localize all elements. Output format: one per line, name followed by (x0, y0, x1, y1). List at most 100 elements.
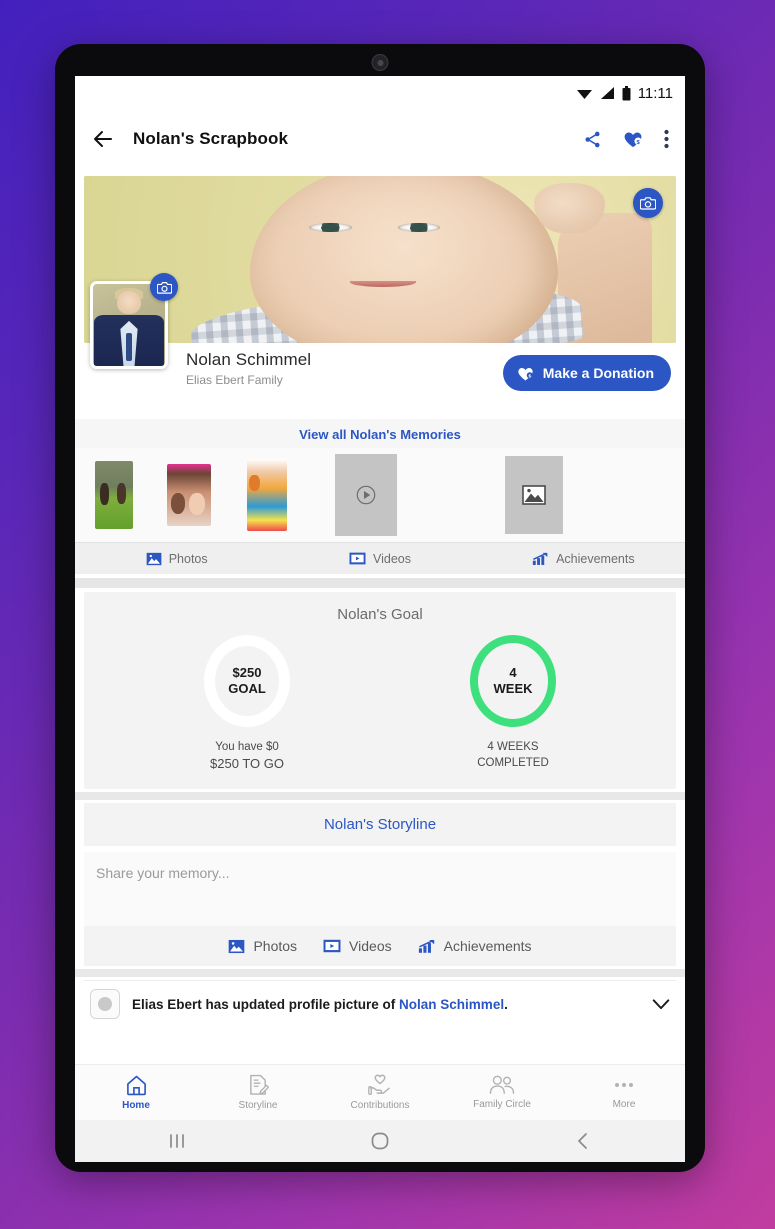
tab-photos-label: Photos (168, 551, 208, 566)
cover-camera-button[interactable] (633, 188, 663, 218)
feed-text-prefix: Elias Ebert has updated profile picture … (132, 996, 400, 1012)
cover-photo-image (84, 176, 676, 343)
money-goal-value: $250 (232, 664, 262, 680)
nav-item-contributions[interactable]: Contributions (319, 1074, 441, 1111)
play-icon (356, 485, 376, 505)
nav-item-more-label: More (612, 1099, 636, 1110)
achievements-icon (418, 939, 434, 953)
storyline-action-photos-label: Photos (253, 938, 298, 955)
storyline-icon (249, 1074, 269, 1095)
feed-avatar (90, 989, 120, 1020)
memory-thumbnail[interactable] (95, 461, 133, 529)
money-goal-caption-line1: You have $0 (215, 741, 279, 753)
contributions-icon (368, 1074, 391, 1095)
week-goal-caption-line2: COMPLETED (477, 757, 549, 770)
nav-item-contributions-label: Contributions (350, 1100, 410, 1111)
tab-achievements[interactable]: Achievements (482, 552, 685, 566)
tablet-device: 11:11 Nolan's Scrapbook $ Nolan Schimmel… (55, 44, 705, 1172)
home-circle-icon (371, 1132, 389, 1150)
week-goal-caption-line1: 4 WEEKS (487, 741, 539, 753)
front-camera (371, 54, 389, 71)
signal-icon (600, 87, 614, 99)
goal-rings: $250 GOAL You have $0 $250 TO GO 4 WEEK (84, 635, 676, 773)
chevron-down-icon[interactable] (650, 993, 672, 1015)
cover-photo-section (84, 176, 676, 343)
image-icon (522, 485, 546, 505)
photo-icon (146, 552, 162, 565)
storyline-composer[interactable]: Share your memory... (84, 852, 676, 927)
home-button[interactable] (278, 1131, 481, 1151)
storyline-action-photos[interactable]: Photos (228, 938, 297, 954)
storyline-action-videos[interactable]: Videos (323, 938, 392, 954)
tab-photos[interactable]: Photos (75, 552, 278, 566)
status-bar: 11:11 (75, 76, 685, 110)
photo-icon (229, 939, 245, 953)
memory-thumbnail[interactable] (167, 464, 211, 526)
back-chevron-icon (578, 1133, 588, 1149)
nav-item-home-label: Home (122, 1100, 150, 1111)
profile-identity-row: Nolan Schimmel Elias Ebert Family $ Make… (75, 273, 685, 415)
recents-icon (169, 1134, 184, 1148)
view-all-memories-link[interactable]: View all Nolan's Memories (75, 427, 685, 448)
money-goal-unit: GOAL (228, 681, 266, 696)
week-goal-value: 4 (509, 664, 517, 680)
feed-text-suffix: . (504, 996, 508, 1012)
nav-item-family-circle[interactable]: Family Circle (441, 1075, 563, 1110)
media-tabs: Photos Videos Achievements (75, 542, 685, 574)
avatar-camera-button[interactable] (150, 273, 178, 301)
wifi-icon (576, 90, 592, 99)
battery-icon (622, 85, 631, 100)
recents-button[interactable] (75, 1132, 278, 1150)
storyline-header[interactable]: Nolan's Storyline (84, 803, 676, 847)
money-goal-caption-line2: $250 TO GO (210, 756, 284, 772)
overflow-menu-icon[interactable] (664, 129, 669, 149)
week-goal-caption: 4 WEEKS COMPLETED (477, 739, 549, 771)
nav-item-storyline[interactable]: Storyline (197, 1074, 319, 1111)
system-navigation-bar (75, 1120, 685, 1162)
camera-icon (156, 281, 172, 294)
nav-item-storyline-label: Storyline (238, 1100, 278, 1111)
camera-icon (640, 197, 656, 210)
feed-item-text: Elias Ebert has updated profile picture … (132, 997, 638, 1012)
tab-videos-label: Videos (372, 551, 411, 566)
status-bar-time: 11:11 (637, 84, 673, 102)
svg-text:$: $ (528, 373, 531, 379)
image-placeholder[interactable] (505, 456, 563, 534)
main-content: Nolan Schimmel Elias Ebert Family $ Make… (75, 168, 685, 1162)
storyline-action-achievements[interactable]: Achievements (418, 938, 532, 954)
cover-photo[interactable] (84, 176, 676, 343)
home-icon (126, 1075, 146, 1096)
share-icon[interactable] (583, 130, 602, 149)
feed-text-link[interactable]: Nolan Schimmel (399, 997, 504, 1012)
money-goal-caption: You have $0 $250 TO GO (210, 739, 284, 773)
memory-thumbnail[interactable] (247, 459, 287, 531)
goal-card: Nolan's Goal $250 GOAL You have $0 $250 … (84, 592, 676, 790)
week-goal-ring: 4 WEEK (470, 635, 556, 727)
nav-item-home[interactable]: Home (75, 1074, 197, 1111)
memories-thumbnail-strip (75, 448, 685, 542)
money-goal-ring: $250 GOAL (204, 635, 290, 727)
section-divider (75, 792, 685, 801)
tab-videos[interactable]: Videos (278, 552, 481, 566)
section-divider (75, 578, 685, 588)
storyline-action-videos-label: Videos (349, 938, 392, 955)
make-donation-button[interactable]: $ Make a Donation (502, 355, 671, 391)
avatar-container (90, 273, 178, 369)
feed-item[interactable]: Elias Ebert has updated profile picture … (84, 980, 676, 1020)
bottom-navigation: Home Storyline Contributions Family Circ… (75, 1064, 685, 1120)
nav-item-more[interactable]: More (563, 1075, 685, 1110)
make-donation-label: Make a Donation (542, 365, 654, 381)
app-bar-actions: $ (583, 129, 669, 149)
page-title: Nolan's Scrapbook (133, 129, 288, 148)
app-bar: Nolan's Scrapbook $ (75, 110, 685, 168)
video-placeholder[interactable] (335, 454, 397, 536)
back-button[interactable] (482, 1131, 685, 1151)
memories-card: View all Nolan's Memories Photos Videos … (75, 419, 685, 574)
heart-dollar-icon: $ (518, 367, 533, 380)
more-icon (615, 1083, 633, 1087)
family-circle-icon (489, 1075, 515, 1094)
back-arrow-icon[interactable] (91, 127, 115, 151)
nav-item-family-circle-label: Family Circle (473, 1099, 531, 1110)
heart-donation-icon[interactable]: $ (622, 129, 644, 149)
storyline-action-achievements-label: Achievements (443, 938, 532, 955)
